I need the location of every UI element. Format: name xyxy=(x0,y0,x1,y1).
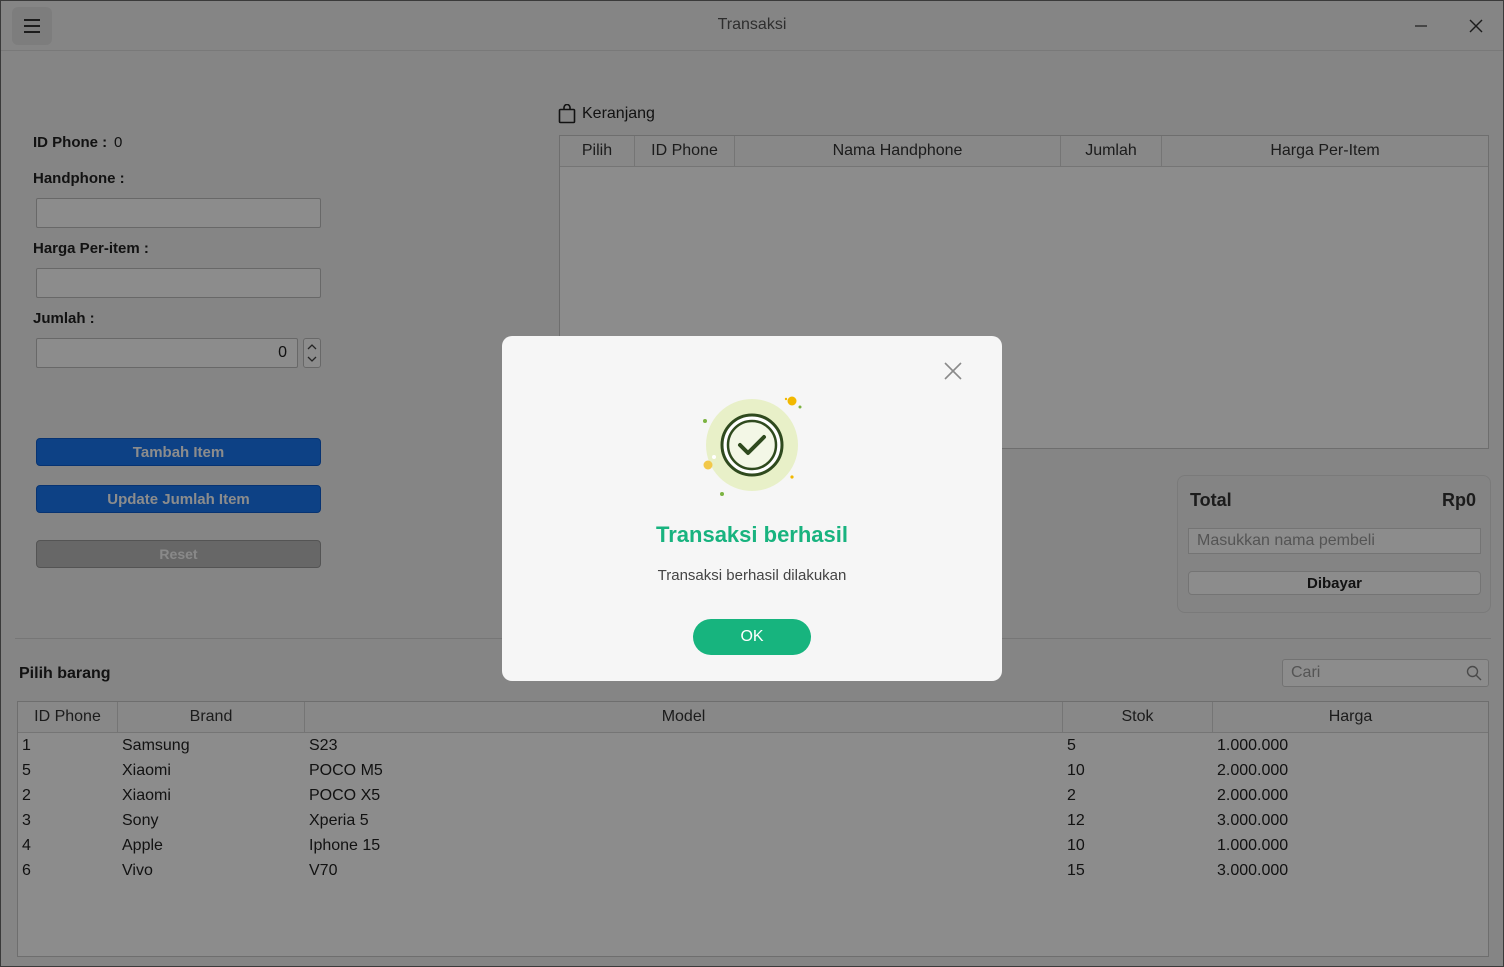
success-check-icon xyxy=(703,396,802,496)
success-dialog: Transaksi berhasil Transaksi berhasil di… xyxy=(502,336,1002,681)
dialog-close-button[interactable] xyxy=(942,360,964,382)
dialog-title: Transaksi berhasil xyxy=(656,522,848,547)
ok-button[interactable]: OK xyxy=(693,619,811,655)
dialog-message: Transaksi berhasil dilakukan xyxy=(657,567,847,584)
close-icon xyxy=(944,362,962,380)
